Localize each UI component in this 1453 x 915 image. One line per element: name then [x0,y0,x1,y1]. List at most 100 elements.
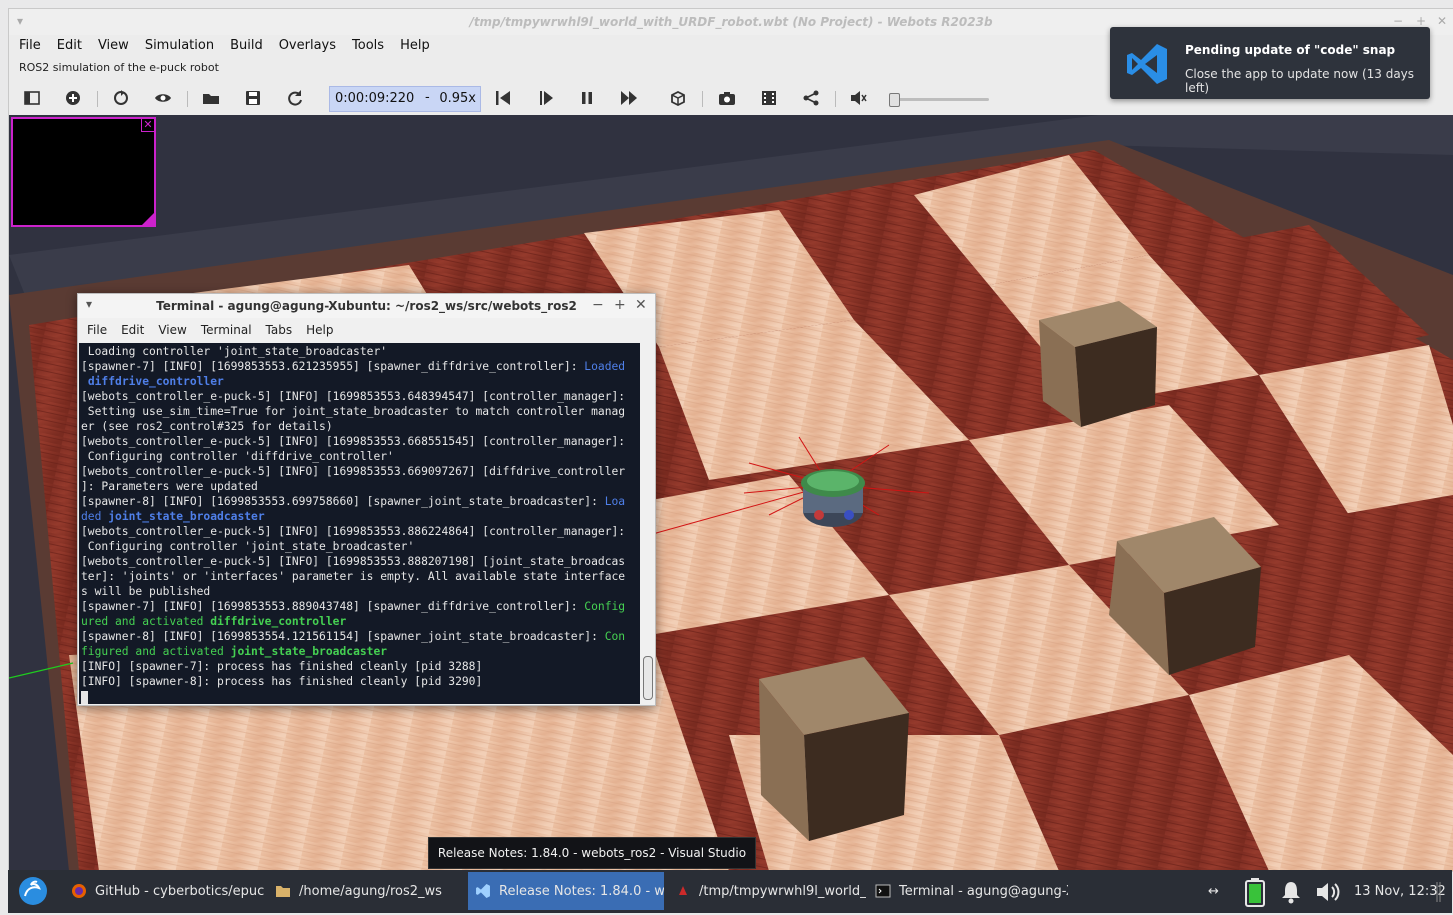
terminal-menu-terminal[interactable]: Terminal [192,320,257,337]
e-puck-robot [801,469,865,527]
terminal-text: Config [584,600,626,613]
menu-edit[interactable]: Edit [47,35,88,53]
toolbar-separator [187,91,188,107]
overlay-close-icon[interactable]: ✕ [141,118,155,132]
show-desktop-handle[interactable] [1436,870,1446,913]
terminal-line: s will be published [81,584,625,599]
notifications-bell-icon[interactable] [1280,870,1302,913]
terminal-line: [spawner-8] [INFO] [1699853554.121561154… [81,629,625,644]
clock[interactable]: 13 Nov, 12:32 [1354,870,1446,913]
close-icon[interactable]: ✕ [635,297,647,313]
menu-build[interactable]: Build [220,35,269,53]
mute-icon[interactable] [847,87,869,109]
menu-simulation[interactable]: Simulation [135,35,220,53]
task-label: /home/agung/ros2_ws [299,883,442,899]
task-firefox[interactable]: GitHub - cyberbotics/epuck_... [64,872,264,910]
terminal-scrollbar[interactable] [642,343,653,704]
eye-icon[interactable] [152,87,174,109]
terminal-text: er (see ros2_control#325 for details) [81,420,333,433]
terminal-line: [spawner-7] [INFO] [1699853553.621235955… [81,359,625,374]
terminal-line: er (see ros2_control#325 for details) [81,419,625,434]
menu-view[interactable]: View [88,35,135,53]
minimize-icon[interactable]: − [1391,14,1405,28]
terminal-cursor [81,690,88,704]
volume-slider-knob[interactable] [889,93,900,107]
terminal-menu-tabs[interactable]: Tabs [257,320,298,337]
terminal-text: [webots_controller_e-puck-5] [INFO] [169… [81,465,626,478]
terminal-text: s will be published [81,585,211,598]
notification-title: Pending update of "code" snap [1185,43,1396,57]
clock-separator: - [425,90,430,105]
terminal-text: joint_state_broadcaster [108,510,265,523]
toolbar-separator [835,91,836,107]
terminal-output: Loading controller 'joint_state_broadcas… [81,344,625,704]
terminal-text: Configuring controller 'joint_state_broa… [81,540,415,553]
terminal-prompt [81,689,625,704]
toolbar-separator [702,91,703,107]
menu-bar: File Edit View Simulation Build Overlays Tools… [9,35,1109,57]
terminal-text: ded [81,510,109,523]
volume-icon[interactable] [1315,870,1343,913]
terminal-text: [webots_controller_e-puck-5] [INFO] [169… [81,555,626,568]
overlay-resize-handle[interactable] [142,213,154,225]
save-icon[interactable] [242,87,264,109]
terminal-menu-view[interactable]: View [149,320,191,337]
terminal-text: diffdrive_controller [87,375,224,388]
terminal-text: Loa [604,495,626,508]
terminal-line: Setting use_sim_time=True for joint_stat… [81,404,625,419]
volume-slider[interactable] [889,93,989,107]
notification-popup[interactable]: Pending update of "code" snap Close the … [1110,27,1430,99]
terminal-menu-edit[interactable]: Edit [112,320,149,337]
maximize-icon[interactable]: + [614,297,626,313]
reload-icon[interactable] [284,87,306,109]
terminal-line: [webots_controller_e-puck-5] [INFO] [169… [81,464,625,479]
vscode-icon [1127,44,1167,84]
task-file-manager[interactable]: /home/agung/ros2_ws [268,872,463,910]
share-icon[interactable] [800,87,822,109]
terminal-line: Configuring controller 'diffdrive_contro… [81,449,625,464]
camera-overlay[interactable]: ✕ [11,117,156,227]
pause-icon[interactable] [576,87,598,109]
whisker-menu-button[interactable] [18,872,58,910]
battery-icon[interactable] [1244,870,1266,913]
taskbar: GitHub - cyberbotics/epuck_... /home/agu… [8,870,1452,913]
task-terminal[interactable]: Terminal - agung@agung-Xu... [868,872,1068,910]
terminal-line: [spawner-8] [INFO] [1699853553.699758660… [81,494,625,509]
fast-forward-icon[interactable] [618,87,640,109]
terminal-line: ded joint_state_broadcaster [81,509,625,524]
movie-icon[interactable] [758,87,780,109]
terminal-title: Terminal - agung@agung-Xubuntu: ~/ros2_w… [156,299,577,313]
terminal-screen[interactable]: Loading controller 'joint_state_broadcas… [79,343,640,704]
terminal-text: ]: Parameters were updated [81,480,258,493]
screenshot-icon[interactable] [716,87,738,109]
menu-tools[interactable]: Tools [342,35,390,53]
terminal-line: [spawner-7] [INFO] [1699853553.889043748… [81,599,625,614]
terminal-menu-file[interactable]: File [78,320,112,337]
terminal-menu-help[interactable]: Help [297,320,338,337]
terminal-line: ured and activated diffdrive_controller [81,614,625,629]
open-folder-icon[interactable] [200,87,222,109]
world-info-title: ROS2 simulation of the e-puck robot [19,61,219,74]
menu-file[interactable]: File [9,35,47,53]
rendering-icon[interactable] [667,87,689,109]
task-vscode[interactable]: Release Notes: 1.84.0 - web... [468,872,664,910]
task-label: GitHub - cyberbotics/epuck_... [95,883,264,899]
reset-simulation-icon[interactable] [492,87,514,109]
network-icon[interactable]: ↔ [1208,870,1219,913]
step-icon[interactable] [535,87,557,109]
terminal-text: ured and activated [81,615,211,628]
reset-node-icon[interactable] [110,87,132,109]
add-node-icon[interactable] [62,87,84,109]
minimize-icon[interactable]: − [592,297,604,313]
scrollbar-thumb[interactable] [643,656,653,700]
close-icon[interactable]: ✕ [1435,14,1449,28]
menu-help[interactable]: Help [390,35,436,53]
task-webots[interactable]: /tmp/tmpywrwhl9l_world_wit... [668,872,866,910]
menu-overlays[interactable]: Overlays [269,35,342,53]
terminal-titlebar[interactable]: ▾ Terminal - agung@agung-Xubuntu: ~/ros2… [78,294,655,318]
scene-tree-toggle-icon[interactable] [21,87,43,109]
terminal-text: Setting use_sim_time=True for joint_stat… [81,405,626,418]
terminal-text: joint_state_broadcaster [230,645,388,658]
terminal-text: [webots_controller_e-puck-5] [INFO] [169… [81,435,626,448]
maximize-icon[interactable]: + [1414,14,1428,28]
